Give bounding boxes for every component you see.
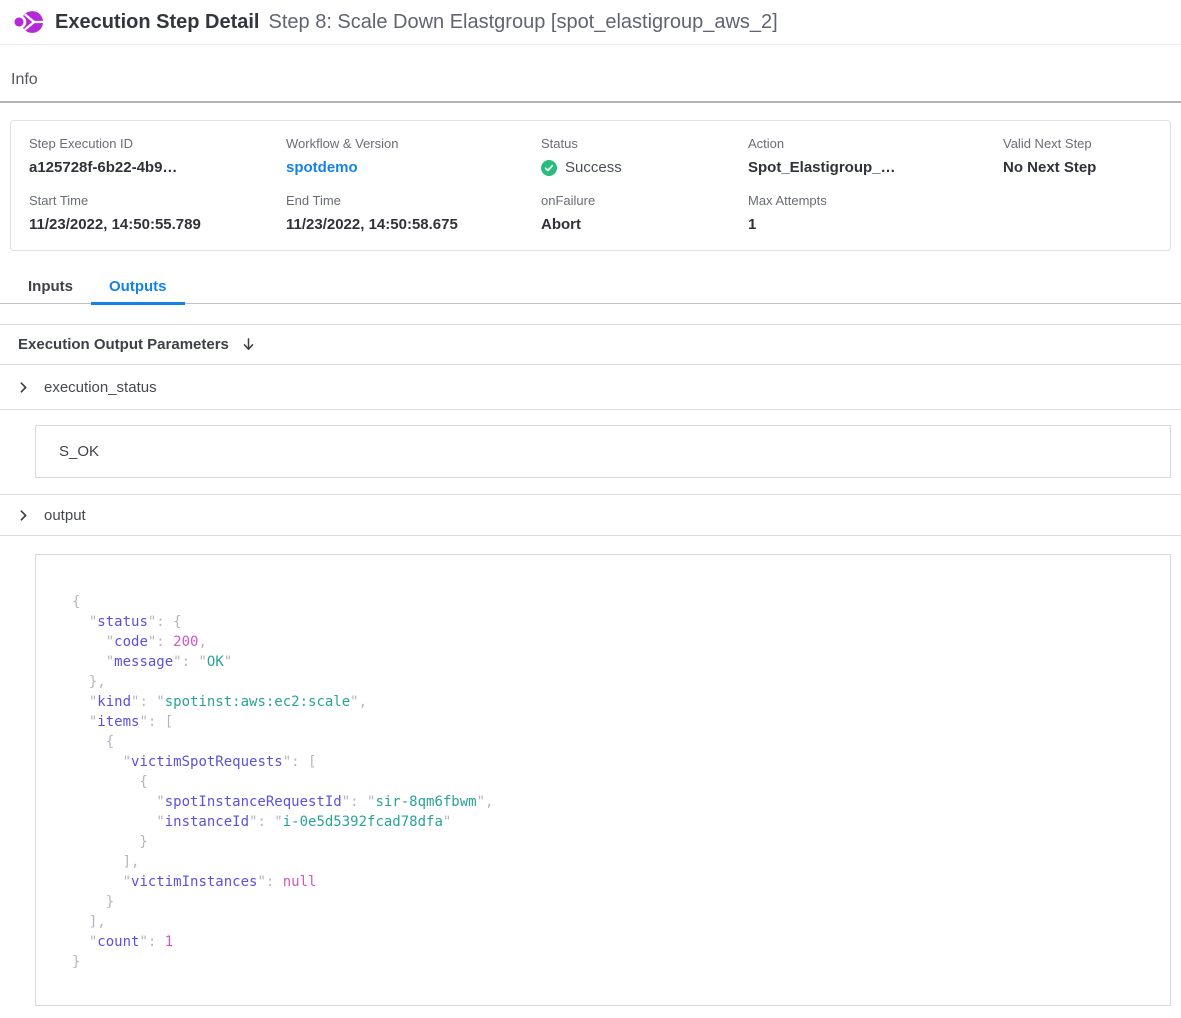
code-line: "victimInstances": null	[72, 872, 1160, 892]
page-subtitle: Step 8: Scale Down Elastgroup [spot_elas…	[269, 11, 778, 34]
param-name-execution-status: execution_status	[44, 379, 157, 396]
info-section-label: Info	[11, 71, 1181, 89]
tabs-bar: Inputs Outputs	[0, 273, 1181, 304]
field-status: Status Success	[541, 136, 748, 176]
field-label: End Time	[286, 193, 541, 208]
field-label: Workflow & Version	[286, 136, 541, 151]
code-line: "spotInstanceRequestId": "sir-8qm6fbwm",	[72, 792, 1160, 812]
info-card: Step Execution ID a125728f-6b22-4b9… Wor…	[10, 120, 1171, 251]
code-line: {	[72, 732, 1160, 752]
code-line: "status": {	[72, 612, 1160, 632]
chevron-right-icon[interactable]	[17, 509, 30, 522]
end-time-value: 11/23/2022, 14:50:58.675	[286, 216, 541, 233]
code-line: }	[72, 892, 1160, 912]
field-empty	[1003, 193, 1170, 233]
workflow-link[interactable]: spotdemo	[286, 159, 541, 176]
status-text: Success	[565, 159, 622, 176]
param-name-output: output	[44, 507, 86, 524]
step-execution-id-value: a125728f-6b22-4b9…	[29, 159, 286, 176]
page-header: Execution Step Detail Step 8: Scale Down…	[0, 0, 1181, 45]
field-onfailure: onFailure Abort	[541, 193, 748, 233]
code-line: ],	[72, 912, 1160, 932]
execution-status-value-box: S_OK	[35, 425, 1171, 478]
onfailure-value: Abort	[541, 216, 748, 233]
arrow-down-icon[interactable]	[241, 336, 256, 353]
info-divider	[0, 101, 1181, 103]
code-line: }	[72, 832, 1160, 852]
status-badge: Success	[541, 159, 748, 176]
field-action: Action Spot_Elastigroup_…	[748, 136, 1003, 176]
code-line: ],	[72, 852, 1160, 872]
max-attempts-value: 1	[748, 216, 1003, 233]
action-value: Spot_Elastigroup_…	[748, 159, 1003, 176]
code-line: {	[72, 592, 1160, 612]
field-workflow-version: Workflow & Version spotdemo	[286, 136, 541, 176]
code-line: "victimSpotRequests": [	[72, 752, 1160, 772]
success-check-icon	[541, 160, 557, 176]
output-params-title: Execution Output Parameters	[18, 336, 229, 353]
field-label: Start Time	[29, 193, 286, 208]
info-grid: Step Execution ID a125728f-6b22-4b9… Wor…	[29, 136, 1170, 233]
field-start-time: Start Time 11/23/2022, 14:50:55.789	[29, 193, 286, 233]
page-title: Execution Step Detail	[55, 11, 260, 34]
field-label: Action	[748, 136, 1003, 151]
output-json-code: { "status": { "code": 200, "message": "O…	[35, 554, 1171, 1006]
execution-status-value: S_OK	[59, 443, 99, 460]
start-time-value: 11/23/2022, 14:50:55.789	[29, 216, 286, 233]
code-line: }	[72, 952, 1160, 972]
code-line: {	[72, 772, 1160, 792]
field-label: Step Execution ID	[29, 136, 286, 151]
app-logo-icon	[14, 8, 44, 36]
code-line: },	[72, 672, 1160, 692]
field-max-attempts: Max Attempts 1	[748, 193, 1003, 233]
field-label: Status	[541, 136, 748, 151]
code-line: "count": 1	[72, 932, 1160, 952]
code-line: "instanceId": "i-0e5d5392fcad78dfa"	[72, 812, 1160, 832]
valid-next-step-value: No Next Step	[1003, 159, 1170, 176]
chevron-right-icon[interactable]	[17, 381, 30, 394]
output-params-header: Execution Output Parameters	[0, 324, 1181, 365]
field-valid-next-step: Valid Next Step No Next Step	[1003, 136, 1170, 176]
param-row-execution-status[interactable]: execution_status	[0, 365, 1181, 410]
code-line: "kind": "spotinst:aws:ec2:scale",	[72, 692, 1160, 712]
field-label: onFailure	[541, 193, 748, 208]
field-end-time: End Time 11/23/2022, 14:50:58.675	[286, 193, 541, 233]
tab-outputs[interactable]: Outputs	[91, 273, 185, 303]
tab-inputs[interactable]: Inputs	[10, 273, 91, 303]
code-line: "message": "OK"	[72, 652, 1160, 672]
field-label: Max Attempts	[748, 193, 1003, 208]
code-line: "code": 200,	[72, 632, 1160, 652]
param-row-output[interactable]: output	[0, 495, 1181, 536]
field-label: Valid Next Step	[1003, 136, 1170, 151]
field-step-execution-id: Step Execution ID a125728f-6b22-4b9…	[29, 136, 286, 176]
code-line: "items": [	[72, 712, 1160, 732]
